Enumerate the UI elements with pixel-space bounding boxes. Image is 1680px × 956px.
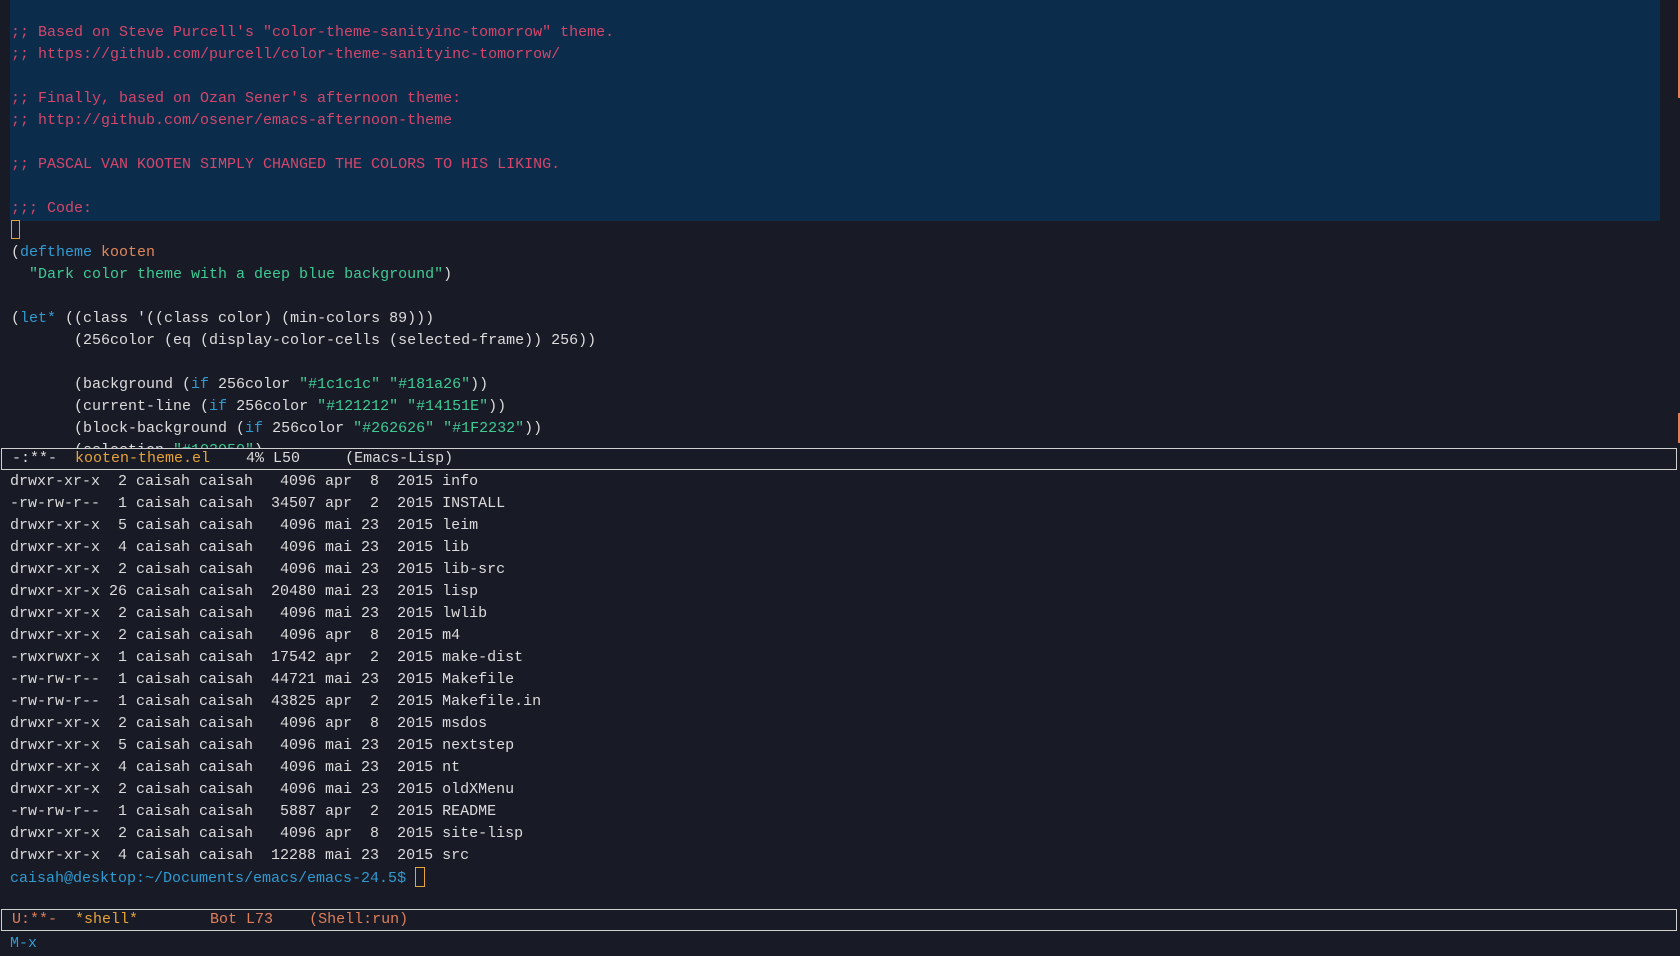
minibuffer-prompt: M-x (10, 935, 38, 952)
shell-output-line: drwxr-xr-x 4 caisah caisah 4096 mai 23 2… (10, 759, 461, 776)
mode-line-flags: -:**- (12, 450, 76, 467)
mode-line-flags: U:**- (12, 911, 76, 928)
code-token: )) (524, 420, 543, 437)
code-token: "#14151E" (407, 398, 489, 415)
code-line[interactable]: (let* ((class '((class color) (min-color… (11, 308, 614, 330)
code-token: (background ( (11, 376, 192, 393)
code-token: 256color (227, 398, 318, 415)
shell-output-line: drwxr-xr-x 4 caisah caisah 4096 mai 23 2… (10, 539, 470, 556)
code-line[interactable] (11, 176, 614, 198)
code-token: (block-background ( (11, 420, 246, 437)
code-line[interactable]: ;; Finally, based on Ozan Sener's aftern… (11, 88, 614, 110)
code-line[interactable] (11, 352, 614, 374)
code-token: ;; Based on Steve Purcell's "color-theme… (11, 24, 615, 41)
shell-output-line: drwxr-xr-x 2 caisah caisah 4096 apr 8 20… (10, 473, 479, 490)
code-token: ;;; Code: (11, 200, 93, 217)
shell-prompt-line[interactable]: caisah@desktop:~/Documents/emacs/emacs-2… (10, 867, 541, 889)
shell-output-line: -rw-rw-r-- 1 caisah caisah 34507 apr 2 2… (10, 495, 506, 512)
code-token: deftheme (20, 244, 93, 261)
code-line[interactable] (11, 132, 614, 154)
code-token: "Dark color theme with a deep blue backg… (29, 266, 444, 283)
code-line[interactable]: ;;; Code: (11, 198, 614, 220)
code-token: ;; PASCAL VAN KOOTEN SIMPLY CHANGED THE … (11, 156, 561, 173)
code-token: )) (488, 398, 507, 415)
mode-line-major-mode[interactable]: (Emacs-Lisp) (345, 450, 453, 467)
code-line[interactable]: ;; Based on Steve Purcell's "color-theme… (11, 22, 614, 44)
code-line[interactable]: (current-line (if 256color "#121212" "#1… (11, 396, 614, 418)
code-token: if (245, 420, 264, 437)
shell-output-line: drwxr-xr-x 2 caisah caisah 4096 mai 23 2… (10, 561, 506, 578)
mode-line-position: Bot L73 (138, 911, 310, 928)
code-line[interactable]: (deftheme kooten (11, 242, 614, 264)
code-token: ;; http://github.com/osener/emacs-aftern… (11, 112, 453, 129)
shell-output-line: -rw-rw-r-- 1 caisah caisah 5887 apr 2 20… (10, 803, 497, 820)
mode-line-buffer-name[interactable]: kooten-theme.el (75, 450, 210, 467)
code-token: kooten (101, 244, 156, 261)
code-line[interactable]: "Dark color theme with a deep blue backg… (11, 264, 614, 286)
shell-output-line: -rw-rw-r-- 1 caisah caisah 43825 apr 2 2… (10, 693, 542, 710)
code-token: ) (443, 266, 453, 283)
shell-output-line: drwxr-xr-x 2 caisah caisah 4096 mai 23 2… (10, 781, 515, 798)
code-line[interactable]: (selection "#103050") (11, 440, 614, 448)
shell-mode-line[interactable]: U:**- *shell* Bot L73 (Shell:run) (1, 909, 1677, 931)
code-token: if (191, 376, 210, 393)
code-line[interactable]: (256color (eq (display-color-cells (sele… (11, 330, 614, 352)
mode-line-buffer-name[interactable]: *shell* (75, 911, 138, 928)
code-token: "#181a26" (389, 376, 471, 393)
code-line[interactable]: ;; PASCAL VAN KOOTEN SIMPLY CHANGED THE … (11, 154, 614, 176)
shell-output-line: drwxr-xr-x 2 caisah caisah 4096 apr 8 20… (10, 715, 488, 732)
code-token: ( (11, 310, 21, 327)
editor-window[interactable]: ;; Based on Steve Purcell's "color-theme… (0, 0, 1680, 448)
shell-output-line: -rw-rw-r-- 1 caisah caisah 44721 mai 23 … (10, 671, 515, 688)
code-line[interactable]: ;; http://github.com/osener/emacs-aftern… (11, 110, 614, 132)
code-line[interactable] (11, 66, 614, 88)
code-token: "#1c1c1c" (299, 376, 381, 393)
code-token: ((class '((class color) (min-colors 89))… (56, 310, 435, 327)
shell-output-line: drwxr-xr-x 2 caisah caisah 4096 apr 8 20… (10, 627, 461, 644)
shell-cursor (415, 867, 426, 887)
shell-prompt: caisah@desktop:~/Documents/emacs/emacs-2… (10, 870, 416, 887)
code-token: ;; Finally, based on Ozan Sener's aftern… (11, 90, 462, 107)
code-line[interactable]: (background (if 256color "#1c1c1c" "#181… (11, 374, 614, 396)
emacs-frame: ;; Based on Steve Purcell's "color-theme… (0, 0, 1680, 956)
code-token: if (209, 398, 228, 415)
code-token: "#1F2232" (443, 420, 525, 437)
mode-line-major-mode[interactable]: (Shell:run) (309, 911, 408, 928)
code-line[interactable] (11, 220, 614, 242)
code-line[interactable] (11, 286, 614, 308)
text-cursor (11, 220, 20, 239)
minibuffer[interactable]: M-x (10, 933, 37, 955)
code-token: ( (11, 244, 21, 261)
code-token: (256color (eq (display-color-cells (sele… (11, 332, 597, 349)
code-token: 256color (263, 420, 354, 437)
code-token: )) (470, 376, 489, 393)
code-line[interactable]: ;; https://github.com/purcell/color-them… (11, 44, 614, 66)
shell-output-line: drwxr-xr-x 5 caisah caisah 4096 mai 23 2… (10, 737, 515, 754)
code-line[interactable]: (block-background (if 256color "#262626"… (11, 418, 614, 440)
shell-output-line: -rwxrwxr-x 1 caisah caisah 17542 apr 2 2… (10, 649, 524, 666)
shell-window[interactable]: drwxr-xr-x 2 caisah caisah 4096 apr 8 20… (0, 471, 1680, 909)
shell-output-line: drwxr-xr-x 2 caisah caisah 4096 apr 8 20… (10, 825, 524, 842)
shell-output-line: drwxr-xr-x 4 caisah caisah 12288 mai 23 … (10, 847, 470, 864)
shell-output-line: drwxr-xr-x 26 caisah caisah 20480 mai 23… (10, 583, 479, 600)
code-token: (current-line ( (11, 398, 210, 415)
code-token: ;; https://github.com/purcell/color-them… (11, 46, 561, 63)
code-token: "#121212" (317, 398, 399, 415)
code-token: 256color (209, 376, 300, 393)
mode-line-position: 4% L50 (210, 450, 346, 467)
editor-text[interactable]: ;; Based on Steve Purcell's "color-theme… (11, 22, 614, 448)
code-token: let* (20, 310, 57, 327)
shell-output-line: drwxr-xr-x 2 caisah caisah 4096 mai 23 2… (10, 605, 488, 622)
shell-output[interactable]: drwxr-xr-x 2 caisah caisah 4096 apr 8 20… (10, 471, 541, 889)
editor-mode-line[interactable]: -:**- kooten-theme.el 4% L50 (Emacs-Lisp… (1, 448, 1677, 470)
code-token: "#262626" (353, 420, 435, 437)
shell-output-line: drwxr-xr-x 5 caisah caisah 4096 mai 23 2… (10, 517, 479, 534)
